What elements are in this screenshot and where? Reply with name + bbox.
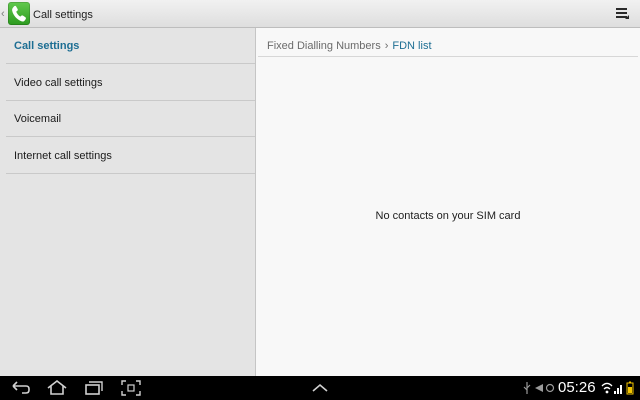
breadcrumb-parent[interactable]: Fixed Dialling Numbers	[267, 40, 381, 52]
breadcrumb-current: FDN list	[392, 40, 432, 52]
settings-sidebar: Call settings Video call settings Voicem…	[0, 28, 256, 376]
chevron-right-icon: ›	[384, 40, 389, 52]
sidebar-item-video-call-settings[interactable]: Video call settings	[6, 65, 255, 101]
breadcrumb: Fixed Dialling Numbers › FDN list	[267, 38, 432, 54]
sidebar-item-label: Call settings	[14, 40, 80, 52]
battery-icon	[626, 381, 634, 395]
sidebar-item-label: Voicemail	[14, 113, 62, 125]
screenshot-icon[interactable]	[120, 380, 142, 396]
usb-icon	[523, 382, 531, 394]
divider	[258, 56, 638, 57]
system-bar: 05:26	[0, 376, 640, 400]
sidebar-item-call-settings[interactable]: Call settings	[6, 28, 255, 64]
action-bar: ‹ Call settings	[0, 0, 640, 28]
home-icon[interactable]	[46, 380, 68, 396]
up-caret-icon[interactable]: ‹	[1, 7, 7, 21]
sidebar-item-voicemail[interactable]: Voicemail	[6, 101, 255, 137]
content-panel: Fixed Dialling Numbers › FDN list No conta…	[256, 28, 640, 376]
app-title: Call settings	[33, 9, 93, 21]
phone-icon	[12, 5, 26, 22]
empty-state-message: No contacts on your SIM card	[375, 210, 521, 222]
notification-icon	[535, 384, 543, 392]
sync-icon	[545, 383, 555, 393]
recent-apps-icon[interactable]	[83, 380, 105, 396]
signal-strength-icon	[614, 385, 622, 394]
chevron-up-icon[interactable]	[309, 380, 331, 396]
sidebar-item-label: Internet call settings	[14, 150, 112, 162]
wifi-icon	[601, 382, 613, 394]
sidebar-item-label: Video call settings	[14, 77, 103, 89]
phone-app-icon[interactable]	[8, 2, 30, 25]
sidebar-item-internet-call-settings[interactable]: Internet call settings	[6, 138, 255, 174]
back-icon[interactable]	[10, 380, 32, 396]
overflow-menu-icon[interactable]	[616, 7, 630, 21]
status-clock: 05:26	[558, 379, 596, 396]
